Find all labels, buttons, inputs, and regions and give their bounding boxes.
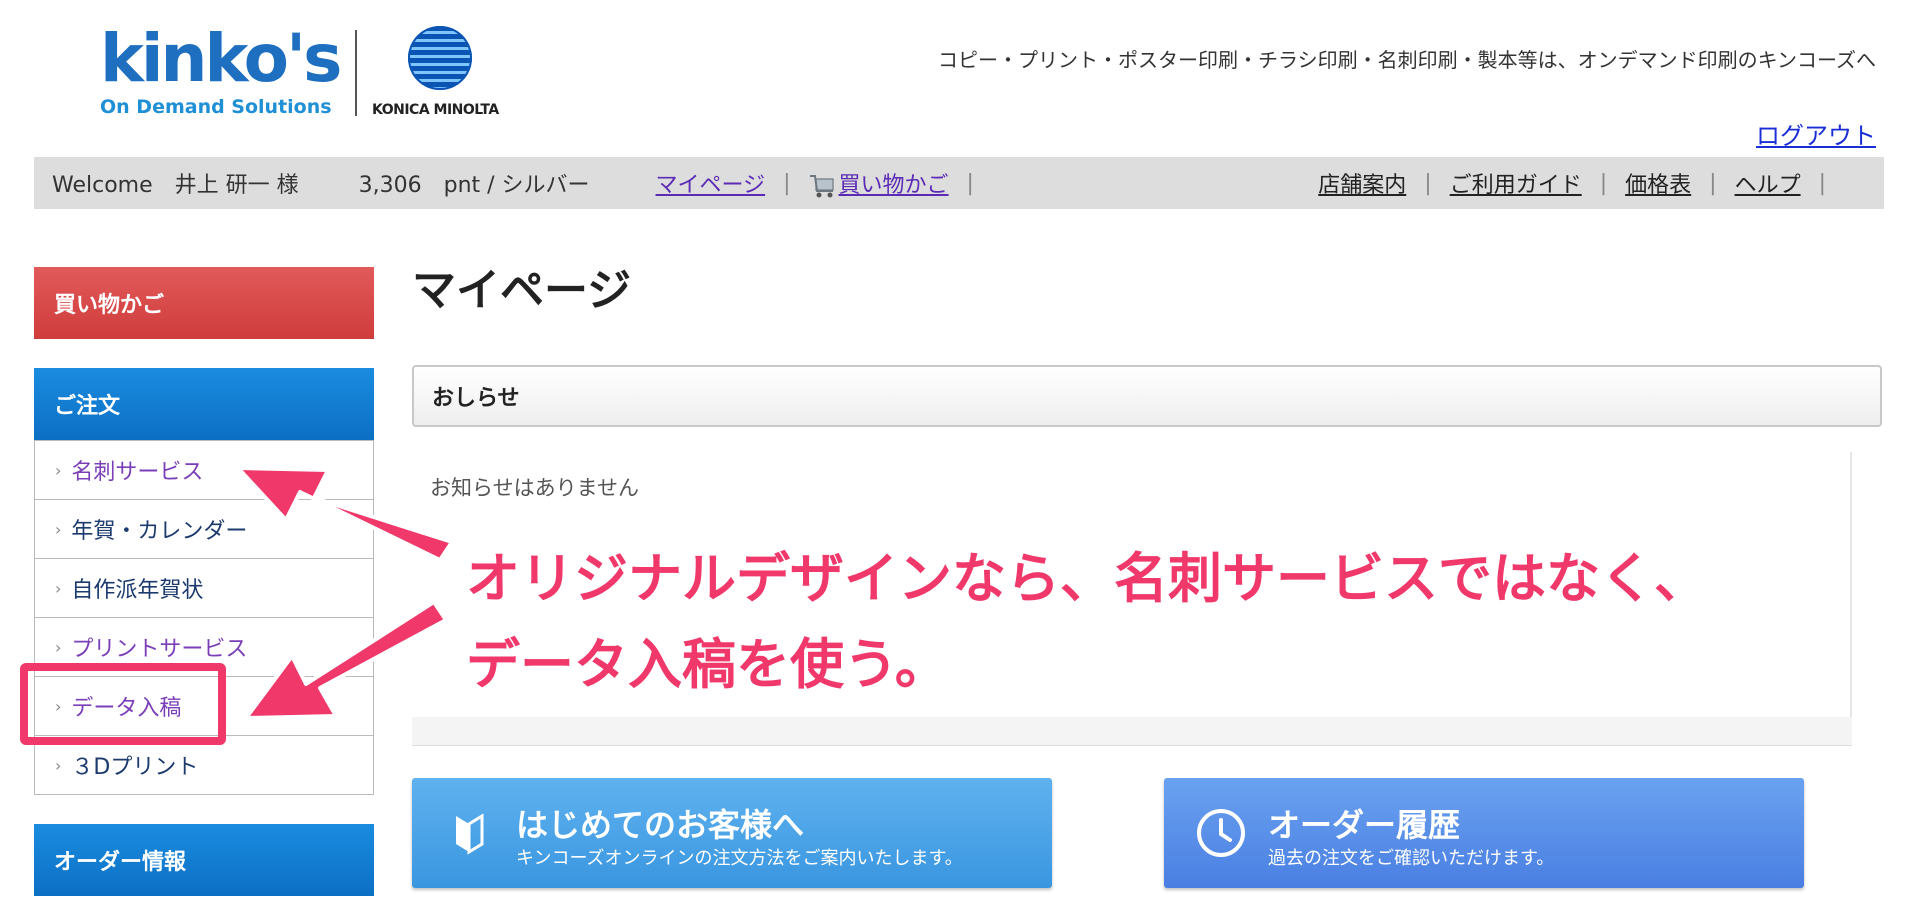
cart-icon (809, 175, 834, 198)
order-history-button[interactable]: オーダー履歴 過去の注文をご確認いただけます。 (1164, 778, 1804, 888)
price-list-link[interactable]: 価格表 (1625, 167, 1691, 199)
separator: | (1599, 170, 1608, 196)
annotation-line-2: データ入稿を使う。 (466, 633, 949, 696)
chevron-right-icon: › (55, 755, 62, 775)
annotation-line-1: オリジナルデザインなら、名刺サービスではなく、 (466, 547, 1708, 610)
notice-footer (412, 717, 1852, 746)
points-status: 3,306 pnt / シルバー (358, 173, 590, 198)
kinkos-logo[interactable]: kinko's On Demand Solutions (100, 20, 342, 119)
logout-link[interactable]: ログアウト (1756, 116, 1876, 151)
button-subtitle: 過去の注文をご確認いただけます。 (1268, 848, 1555, 869)
chevron-right-icon: › (55, 637, 62, 657)
notice-header: おしらせ (412, 365, 1882, 427)
beginner-mark-icon (456, 813, 484, 855)
konica-minolta-logo-text: KONICA MINOLTA (372, 102, 499, 118)
page-title: マイページ (412, 265, 632, 316)
cart-link-wrap[interactable]: 買い物かご (809, 167, 949, 199)
button-title: オーダー履歴 (1268, 806, 1461, 844)
logo-divider (355, 30, 357, 116)
sidebar-item-business-cards[interactable]: › 名刺サービス (35, 440, 373, 499)
sidebar: 買い物かご ご注文 › 名刺サービス › 年賀・カレンダー › 自作派年賀状 ›… (34, 267, 374, 896)
mypage-wrap: マイページ (656, 167, 766, 199)
konica-minolta-logo: KONICA MINOLTA (372, 26, 512, 118)
sidebar-cart-header[interactable]: 買い物かご (34, 267, 374, 339)
mypage-link[interactable]: マイページ (656, 173, 766, 198)
clock-icon (1197, 809, 1245, 857)
sidebar-item-label: 年賀・カレンダー (71, 519, 248, 544)
kinkos-logo-text: kinko's (100, 20, 342, 97)
kinkos-logo-subtext: On Demand Solutions (100, 96, 332, 118)
sidebar-item-diy-new-year-card[interactable]: › 自作派年賀状 (35, 558, 373, 617)
sidebar-item-label: 名刺サービス (71, 460, 204, 485)
sidebar-item-label: 自作派年賀状 (71, 578, 204, 603)
annotation-highlight-box (20, 663, 226, 745)
separator: | (1709, 170, 1717, 196)
sidebar-item-label: プリントサービス (71, 637, 248, 662)
guide-link[interactable]: ご利用ガイド (1450, 167, 1582, 199)
separator: | (1424, 170, 1432, 196)
button-subtitle: キンコーズオンラインの注文方法をご案内いたします。 (516, 848, 963, 869)
store-info-link[interactable]: 店舗案内 (1318, 167, 1406, 199)
cart-link[interactable]: 買い物かご (839, 173, 949, 198)
sidebar-item-label: ３Dプリント (71, 755, 199, 780)
separator: | (1818, 170, 1826, 196)
first-time-customer-button[interactable]: はじめてのお客様へ キンコーズオンラインの注文方法をご案内いたします。 (412, 778, 1052, 888)
sidebar-order-info-header: オーダー情報 (34, 824, 374, 896)
chevron-right-icon: › (55, 519, 62, 539)
button-title: はじめてのお客様へ (516, 806, 805, 844)
help-link[interactable]: ヘルプ (1735, 167, 1801, 199)
chevron-right-icon: › (55, 460, 62, 480)
utility-nav: 店舗案内 | ご利用ガイド | 価格表 | ヘルプ | (1318, 167, 1844, 199)
separator: | (783, 170, 791, 196)
notice-empty-text: お知らせはありません (430, 476, 639, 500)
sidebar-order-header: ご注文 (34, 368, 374, 440)
welcome-text: Welcome 井上 研一 様 (52, 173, 299, 198)
chevron-right-icon: › (55, 578, 62, 598)
separator: | (966, 170, 974, 196)
member-bar: Welcome 井上 研一 様 3,306 pnt / シルバー マイページ |… (34, 157, 1884, 209)
konica-minolta-globe-icon (408, 26, 472, 90)
sidebar-item-new-year-calendar[interactable]: › 年賀・カレンダー (35, 499, 373, 558)
header-tagline: コピー・プリント・ポスター印刷・チラシ印刷・名刺印刷・製本等は、オンデマンド印刷… (938, 48, 1876, 72)
